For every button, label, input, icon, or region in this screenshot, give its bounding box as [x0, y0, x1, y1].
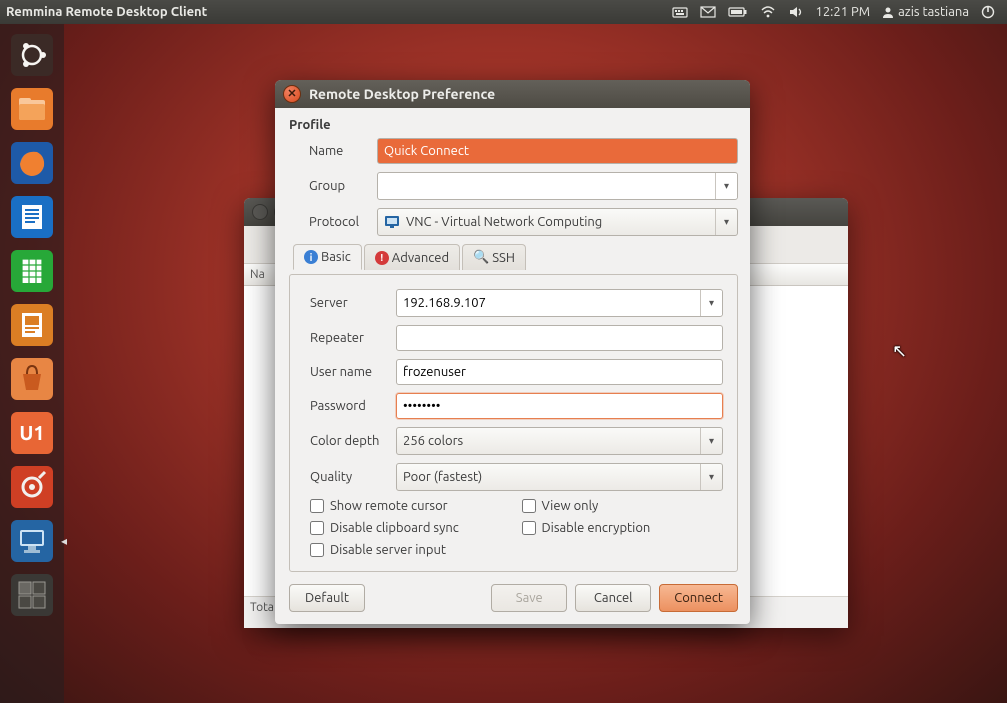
tab-basic[interactable]: i Basic: [293, 244, 362, 270]
cursor-icon: ↖: [892, 341, 907, 362]
profile-heading: Profile: [289, 118, 738, 132]
sound-indicator-icon[interactable]: [788, 5, 804, 19]
launcher-firefox[interactable]: [7, 138, 57, 188]
launcher-ubuntu-one[interactable]: U1: [7, 408, 57, 458]
save-button[interactable]: Save: [491, 584, 567, 612]
clock[interactable]: 12:21 PM: [816, 5, 871, 19]
repeater-label: Repeater: [304, 331, 396, 345]
top-panel: Remmina Remote Desktop Client 12:21 PM a…: [0, 0, 1007, 24]
launcher-calc[interactable]: [7, 246, 57, 296]
server-input[interactable]: [397, 291, 722, 315]
username-label: User name: [304, 365, 396, 379]
repeater-input[interactable]: [396, 325, 723, 351]
group-input[interactable]: [378, 174, 737, 198]
tabpanel-basic: Server ▾ Repeater User name: [290, 275, 737, 571]
chevron-down-icon[interactable]: ▾: [700, 428, 722, 454]
colordepth-combo[interactable]: 256 colors ▾: [396, 427, 723, 455]
search-icon: 🔍: [473, 250, 489, 265]
name-label: Name: [289, 144, 377, 158]
notebook: Server ▾ Repeater User name: [289, 274, 738, 572]
colordepth-value: 256 colors: [403, 434, 463, 448]
network-indicator-icon[interactable]: [760, 5, 776, 19]
app-title: Remmina Remote Desktop Client: [6, 5, 207, 19]
chevron-down-icon[interactable]: ▾: [700, 290, 722, 316]
checkbox-disable-clipboard[interactable]: [310, 521, 324, 535]
launcher-software-center[interactable]: [7, 354, 57, 404]
check-disable-encryption[interactable]: Disable encryption: [522, 521, 724, 535]
group-combo[interactable]: ▾: [377, 172, 738, 200]
preference-dialog: ✕ Remote Desktop Preference Profile Name…: [275, 80, 750, 624]
password-input[interactable]: [396, 393, 723, 419]
default-button[interactable]: Default: [289, 584, 365, 612]
bg-column-name[interactable]: Na: [250, 268, 265, 281]
keyboard-indicator-icon[interactable]: [672, 5, 688, 19]
launcher-files[interactable]: [7, 84, 57, 134]
close-icon[interactable]: ✕: [283, 85, 301, 103]
launcher-workspace[interactable]: [7, 570, 57, 620]
mail-indicator-icon[interactable]: [700, 6, 716, 18]
chevron-down-icon[interactable]: ▾: [715, 209, 737, 235]
svg-text:U1: U1: [19, 421, 44, 444]
connect-button[interactable]: Connect: [659, 584, 738, 612]
checkbox-disable-server-input[interactable]: [310, 543, 324, 557]
tabs: i Basic ! Advanced 🔍 SSH: [293, 243, 738, 269]
quality-label: Quality: [304, 470, 396, 484]
dialog-buttons: Default Save Cancel Connect: [289, 584, 738, 612]
tab-ssh[interactable]: 🔍 SSH: [462, 244, 526, 270]
check-show-cursor[interactable]: Show remote cursor: [310, 499, 512, 513]
protocol-label: Protocol: [289, 215, 377, 229]
check-disable-clipboard[interactable]: Disable clipboard sync: [310, 521, 512, 535]
launcher: U1: [0, 24, 64, 703]
user-name: azis tastiana: [898, 5, 969, 19]
chevron-down-icon[interactable]: ▾: [700, 464, 722, 490]
quality-combo[interactable]: Poor (fastest) ▾: [396, 463, 723, 491]
server-combo[interactable]: ▾: [396, 289, 723, 317]
name-input[interactable]: [377, 138, 738, 164]
tab-advanced[interactable]: ! Advanced: [364, 244, 460, 270]
bg-close-icon[interactable]: [252, 204, 268, 220]
dialog-title: Remote Desktop Preference: [309, 86, 495, 102]
cancel-button[interactable]: Cancel: [575, 584, 651, 612]
server-label: Server: [304, 296, 396, 310]
launcher-impress[interactable]: [7, 300, 57, 350]
launcher-remmina[interactable]: [7, 516, 57, 566]
info-icon: i: [304, 250, 318, 264]
checkbox-view-only[interactable]: [522, 499, 536, 513]
checkbox-show-cursor[interactable]: [310, 499, 324, 513]
session-indicator-icon[interactable]: [981, 5, 995, 19]
protocol-value: VNC - Virtual Network Computing: [406, 215, 602, 229]
group-label: Group: [289, 179, 377, 193]
username-input[interactable]: [396, 359, 723, 385]
checkbox-disable-encryption[interactable]: [522, 521, 536, 535]
password-label: Password: [304, 399, 396, 413]
colordepth-label: Color depth: [304, 434, 396, 448]
launcher-writer[interactable]: [7, 192, 57, 242]
dialog-titlebar[interactable]: ✕ Remote Desktop Preference: [275, 80, 750, 108]
launcher-dash[interactable]: [7, 30, 57, 80]
check-disable-server-input[interactable]: Disable server input: [310, 543, 512, 557]
user-menu[interactable]: azis tastiana: [882, 5, 969, 19]
protocol-combo[interactable]: VNC - Virtual Network Computing ▾: [377, 208, 738, 236]
check-view-only[interactable]: View only: [522, 499, 724, 513]
launcher-settings[interactable]: [7, 462, 57, 512]
warning-icon: !: [375, 251, 389, 265]
chevron-down-icon[interactable]: ▾: [715, 173, 737, 199]
vnc-icon: [384, 214, 400, 230]
battery-indicator-icon[interactable]: [728, 6, 748, 18]
quality-value: Poor (fastest): [403, 470, 482, 484]
